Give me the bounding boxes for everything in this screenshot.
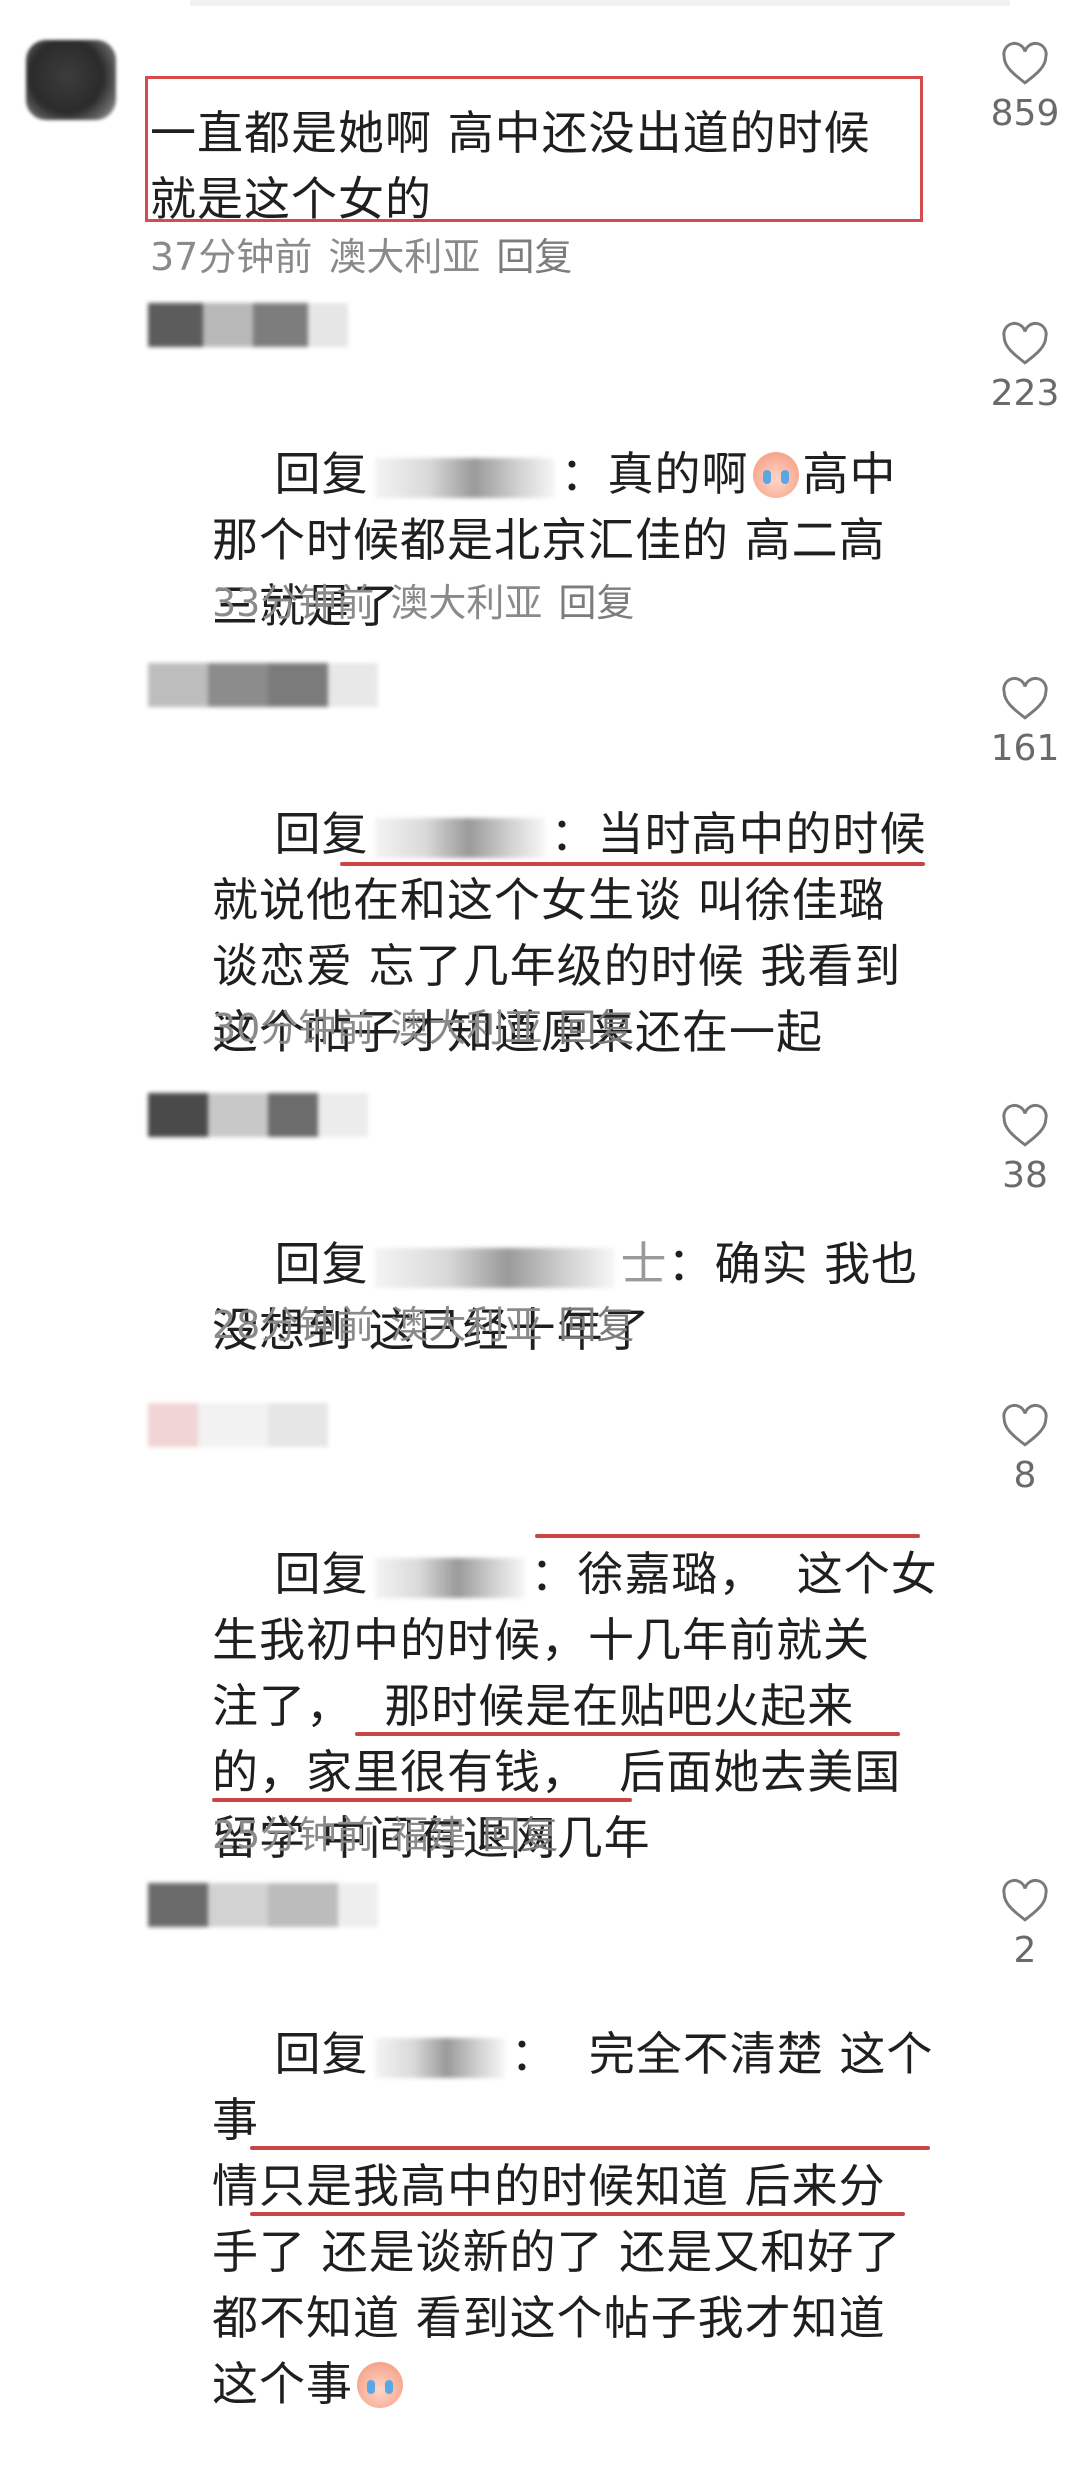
avatar[interactable] [26, 40, 116, 120]
heart-outline-icon [1002, 1879, 1048, 1922]
reply-prefix: 回复 [274, 1237, 369, 1291]
masked-username [374, 1247, 615, 1288]
comment-time: 33分钟前 [212, 581, 375, 625]
comment-text: 一直都是她啊 高中还没出道的时候 就是这个女的 [150, 106, 871, 226]
comment-location: 澳大利亚 [390, 1303, 543, 1347]
reply-button[interactable]: 回复 [496, 235, 572, 279]
masked-username [374, 1557, 525, 1598]
like-button[interactable]: 223 [985, 320, 1065, 416]
commenter-name[interactable] [148, 300, 348, 350]
reply-prefix: 回复 [274, 1547, 369, 1601]
commenter-name[interactable] [148, 1880, 378, 1930]
comment-meta: 33分钟前 澳大利亚 回复 [212, 578, 634, 628]
comment-text: 回复 ：当时高中的时候 就说他在和这个女生谈 叫徐佳璐 谈恋爱 忘了几年级的时候 … [212, 735, 972, 1131]
reply-button[interactable]: 回复 [482, 1813, 558, 1857]
reply-button[interactable]: 回复 [558, 581, 634, 625]
heart-outline-icon [1002, 1404, 1048, 1447]
comment-text: 回复 士：确实 我也 没想到 这已经十年了 [212, 1165, 972, 1429]
masked-username [374, 817, 545, 858]
comment-meta: 30分钟前 澳大利亚 回复 [212, 1003, 634, 1053]
comment-location: 澳大利亚 [390, 1006, 543, 1050]
heart-outline-icon [1002, 42, 1048, 85]
comment-time: 37分钟前 [150, 235, 313, 279]
like-count: 8 [1013, 1455, 1037, 1496]
comment-time: 25分钟前 [212, 1813, 375, 1857]
highlight-underline [212, 1798, 632, 1802]
reply-prefix: 回复 [274, 807, 369, 861]
comment-text-part: ： 完全不清楚 这个事 情只是我高中的时候知道 后来分 手了 还是谈新的了 还是… [212, 2027, 934, 2411]
crying-face-emoji [752, 452, 799, 498]
reply-button[interactable]: 回复 [558, 1006, 634, 1050]
comment-location: 福建 [390, 1813, 467, 1857]
comment-location: 澳大利亚 [328, 235, 481, 279]
like-button[interactable]: 8 [985, 1402, 1065, 1498]
masked-username [374, 2037, 505, 2078]
comment-time: 28分钟前 [212, 1303, 375, 1347]
comment-text: 回复 ：真的啊 高中 那个时候都是北京汇佳的 高二高 三就是了 [212, 375, 972, 705]
reply-button[interactable]: 回复 [558, 1303, 634, 1347]
like-button[interactable]: 2 [985, 1877, 1065, 1973]
crying-face-emoji [357, 2362, 403, 2408]
reply-prefix: 回复 [274, 447, 369, 501]
highlight-underline [250, 2212, 905, 2216]
like-count: 161 [990, 728, 1060, 769]
comment-location: 澳大利亚 [390, 581, 543, 625]
highlight-underline [355, 1732, 900, 1736]
comment-text: 回复： 完全不清楚 这个事 情只是我高中的时候知道 后来分 手了 还是谈新的了 … [212, 1955, 972, 2483]
comment-1: 一直都是她啊 高中还没出道的时候 就是这个女的 37分钟前 澳大利亚 回复 859 [0, 0, 1080, 279]
comment-4: 回复 士：确实 我也 没想到 这已经十年了 28分钟前 澳大利亚 回复 38 [0, 1090, 1080, 1357]
comment-6: 回复： 完全不清楚 这个事 情只是我高中的时候知道 后来分 手了 还是谈新的了 … [0, 1877, 1080, 2411]
commenter-name[interactable] [148, 1400, 328, 1450]
commenter-name[interactable] [148, 660, 378, 710]
comment-meta: 25分钟前 福建 回复 [212, 1810, 558, 1860]
heart-outline-icon [1002, 677, 1048, 720]
comment-3: 回复 ：当时高中的时候 就说他在和这个女生谈 叫徐佳璐 谈恋爱 忘了几年级的时候 … [0, 660, 1080, 1060]
comment-text: 回复 ：徐嘉璐， 这个女 生我初中的时候，十几年前就关 注了， 那时候是在贴吧火起… [212, 1475, 972, 1937]
highlight-underline [340, 862, 925, 866]
comment-5: 回复 ：徐嘉璐， 这个女 生我初中的时候，十几年前就关 注了， 那时候是在贴吧火起… [0, 1400, 1080, 1870]
comment-meta: 37分钟前 澳大利亚 回复 [150, 232, 572, 282]
commenter-name[interactable] [148, 1090, 368, 1140]
comment-time: 30分钟前 [212, 1006, 375, 1050]
like-count: 38 [1002, 1155, 1048, 1196]
comment-2: 回复 ：真的啊 高中 那个时候都是北京汇佳的 高二高 三就是了 33分钟前 澳大利亚回… [0, 300, 1080, 633]
masked-username [374, 457, 555, 498]
heart-outline-icon [1002, 322, 1048, 365]
like-count: 859 [990, 93, 1060, 134]
like-button[interactable]: 859 [985, 40, 1065, 136]
highlight-underline [250, 2146, 930, 2150]
reply-prefix: 回复 [274, 2027, 369, 2081]
like-button[interactable]: 38 [985, 1102, 1065, 1198]
like-count: 223 [990, 373, 1060, 414]
highlight-underline [535, 1534, 920, 1538]
like-count: 2 [1013, 1930, 1037, 1971]
like-button[interactable]: 161 [985, 675, 1065, 771]
masked-username-tail: 士 [620, 1237, 668, 1291]
heart-outline-icon [1002, 1104, 1048, 1147]
comment-text-part: ：真的啊 [560, 447, 749, 501]
comment-meta: 28分钟前 澳大利亚 回复 [212, 1300, 634, 1350]
